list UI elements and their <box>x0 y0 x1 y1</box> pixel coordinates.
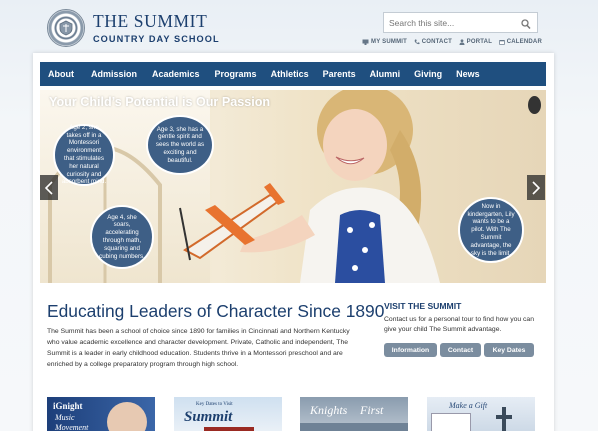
slideshow-prev-button[interactable] <box>40 175 58 200</box>
thumbnail-make-a-gift[interactable]: Make a Gift <box>427 397 535 431</box>
nav-news[interactable]: News <box>456 69 480 79</box>
my-summit-link[interactable]: MY SUMMIT <box>362 39 407 45</box>
calendar-label: CALENDAR <box>506 39 542 45</box>
thumbnail-key-dates-subtitle: Key Dates to Visit <box>196 402 233 407</box>
hero-slideshow: Your Child’s Potential is Our Passion Ag… <box>40 90 546 283</box>
visit-buttons: Information Contact Key Dates <box>384 343 534 357</box>
search-icon[interactable] <box>521 17 531 35</box>
contact-link[interactable]: CONTACT <box>414 39 452 45</box>
logo-title: THE SUMMIT <box>93 11 208 31</box>
nav-about[interactable]: About <box>48 69 74 79</box>
thumbnail-key-dates[interactable]: Key Dates to Visit Summit <box>174 397 282 431</box>
utility-links: MY SUMMIT CONTACT PORTAL CALENDAR <box>362 39 542 45</box>
hero-bubble-age3: Age 3, she has a gentle spirit and sees … <box>146 115 214 175</box>
information-button[interactable]: Information <box>384 343 437 357</box>
page-headline: Educating Leaders of Character Since 189… <box>47 301 385 321</box>
slideshow-pause-icon[interactable] <box>528 96 541 114</box>
contact-button[interactable]: Contact <box>440 343 481 357</box>
thumbnail-ignight-line3: Movement <box>55 423 89 431</box>
calendar-link[interactable]: CALENDAR <box>499 39 542 45</box>
nav-athletics[interactable]: Athletics <box>271 69 309 79</box>
visit-heading: VISIT THE SUMMIT <box>384 301 462 311</box>
nav-alumni[interactable]: Alumni <box>370 69 401 79</box>
visit-text: Contact us for a personal tour to find h… <box>384 316 534 334</box>
school-seal-icon <box>47 9 85 47</box>
contact-label: CONTACT <box>421 39 452 45</box>
thumbnail-knights-title-2: First <box>360 403 384 417</box>
hero-bubble-kindergarten: Now in kindergarten, Lily wants to be a … <box>458 197 524 263</box>
thumbnail-gift-title: Make a Gift <box>449 401 488 410</box>
nav-academics[interactable]: Academics <box>152 69 200 79</box>
portal-link[interactable]: PORTAL <box>459 39 492 45</box>
search-input[interactable] <box>384 17 514 28</box>
chevron-right-icon <box>532 180 540 195</box>
hero-bubble-age2: Age 2, she takes off in a Montessori env… <box>53 124 115 186</box>
slideshow-next-button[interactable] <box>527 175 545 200</box>
hero-bubble-age4: Age 4, she soars, accelerating through m… <box>90 205 154 269</box>
calendar-icon <box>499 40 505 45</box>
search-box <box>383 12 538 33</box>
chevron-left-icon <box>45 180 53 195</box>
school-logo[interactable]: THE SUMMIT COUNTRY DAY SCHOOL <box>47 9 220 47</box>
cross-icon <box>496 407 512 431</box>
user-icon <box>459 39 465 45</box>
intro-paragraph: The Summit has been a school of choice s… <box>47 328 350 369</box>
phone-icon <box>414 39 420 45</box>
thumbnail-key-dates-title: Summit <box>184 409 233 425</box>
thumbnail-knights-first[interactable]: Knights First <box>300 397 408 431</box>
thumbnail-ignight-title: iGnight <box>53 401 83 411</box>
thumbnail-knights-title: Knights <box>310 403 348 417</box>
nav-programs[interactable]: Programs <box>215 69 257 79</box>
portal-label: PORTAL <box>466 39 493 45</box>
monitor-icon <box>362 39 369 45</box>
nav-parents[interactable]: Parents <box>323 69 356 79</box>
nav-admission[interactable]: Admission <box>91 69 137 79</box>
thumbnail-ignight-line2: Music <box>55 413 75 422</box>
my-summit-label: MY SUMMIT <box>371 39 408 45</box>
nav-giving[interactable]: Giving <box>414 69 442 79</box>
logo-subtitle: COUNTRY DAY SCHOOL <box>93 34 220 44</box>
main-nav: About Admission Academics Programs Athle… <box>40 62 546 86</box>
thumbnail-ignight[interactable]: iGnight Music Movement <box>47 397 155 431</box>
hero-title: Your Child’s Potential is Our Passion <box>49 95 271 109</box>
key-dates-button[interactable]: Key Dates <box>484 343 534 357</box>
